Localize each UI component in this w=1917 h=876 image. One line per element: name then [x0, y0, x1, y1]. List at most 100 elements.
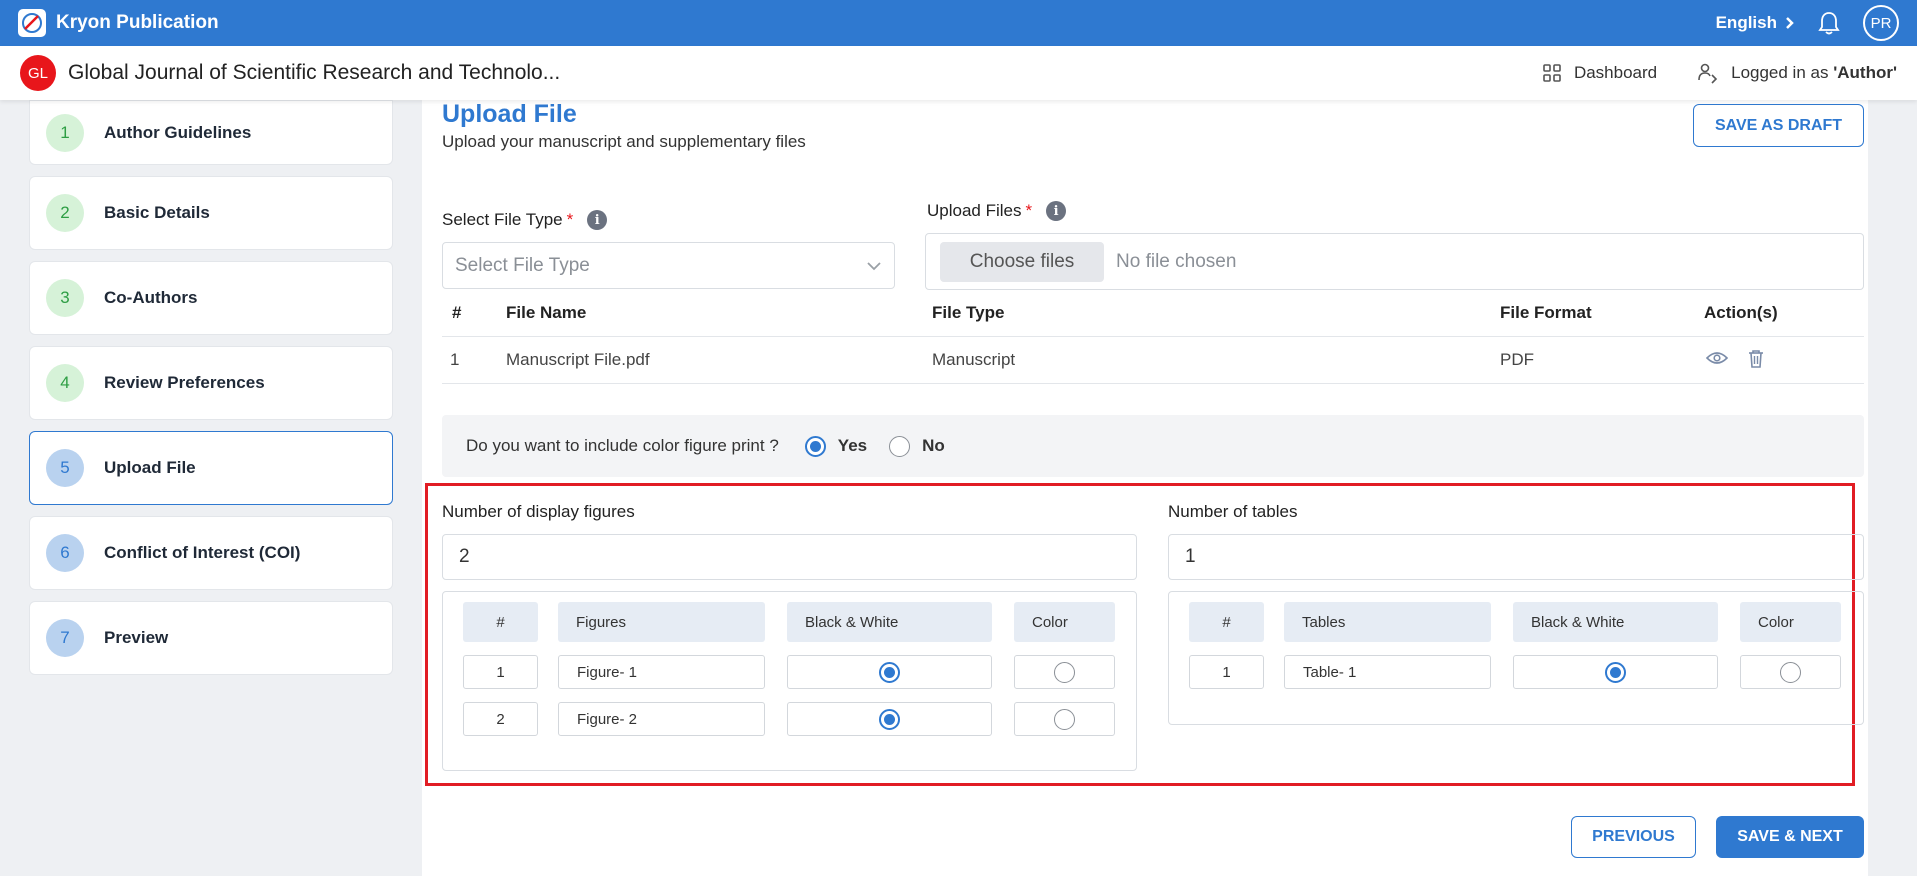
logged-in-role: 'Author': [1833, 63, 1897, 82]
figures-col-bw: Black & White: [787, 602, 992, 642]
dashboard-link[interactable]: Dashboard: [1542, 63, 1657, 83]
figures-col-number: #: [463, 602, 538, 642]
radio-yes[interactable]: [804, 435, 826, 457]
logged-in-info: Logged in as 'Author': [1697, 62, 1897, 84]
info-icon[interactable]: i: [1046, 201, 1067, 221]
language-selector[interactable]: English: [1716, 13, 1795, 33]
step-number: 1: [46, 113, 84, 152]
save-next-button[interactable]: SAVE & NEXT: [1716, 816, 1864, 858]
user-avatar[interactable]: PR: [1863, 5, 1899, 41]
info-icon[interactable]: i: [587, 210, 608, 230]
eye-icon[interactable]: [1706, 351, 1728, 365]
table-1-bw-cell: [1513, 655, 1718, 689]
step-label: Review Preferences: [104, 373, 265, 392]
file-format-cell: PDF: [1500, 336, 1704, 384]
step-number: 5: [46, 449, 84, 487]
step-preview[interactable]: 7 Preview: [29, 601, 393, 675]
figure-1-color-cell: [1014, 655, 1115, 689]
step-number: 3: [46, 279, 84, 317]
uploaded-files-table: # File Name File Type File Format Action…: [442, 290, 1864, 384]
figure-2-bw-cell: [787, 702, 992, 736]
col-actions: Action(s): [1704, 290, 1864, 337]
file-upload-input[interactable]: Choose files No file chosen: [925, 233, 1864, 290]
tables-col-color: Color: [1740, 602, 1841, 642]
color-print-no-option[interactable]: No: [889, 435, 945, 457]
figures-col-name: Figures: [558, 602, 765, 642]
page-title: Upload File: [442, 100, 577, 128]
step-label: Author Guidelines: [104, 122, 252, 142]
figure-1-color-radio[interactable]: [1054, 661, 1075, 683]
trash-icon[interactable]: [1748, 349, 1764, 368]
figure-row-name: Figure- 2: [558, 702, 765, 736]
step-author-guidelines[interactable]: 1 Author Guidelines: [29, 100, 393, 165]
submission-steps: 1 Author Guidelines 2 Basic Details 3 Co…: [29, 100, 393, 686]
display-figures-label: Number of display figures: [442, 502, 635, 521]
chevron-down-icon: [867, 261, 881, 270]
figure-row-number: 1: [463, 655, 538, 689]
no-label: No: [922, 436, 945, 455]
language-label: English: [1715, 13, 1777, 32]
bell-icon[interactable]: [1817, 10, 1841, 36]
step-co-authors[interactable]: 3 Co-Authors: [29, 261, 393, 335]
previous-button[interactable]: PREVIOUS: [1571, 816, 1696, 858]
figure-2-color-radio[interactable]: [1054, 708, 1075, 730]
col-file-format: File Format: [1500, 290, 1704, 337]
step-basic-details[interactable]: 2 Basic Details: [29, 176, 393, 250]
display-figures-input[interactable]: 2: [442, 534, 1137, 580]
figure-row-name: Figure- 1: [558, 655, 765, 689]
step-conflict-of-interest[interactable]: 6 Conflict of Interest (COI): [29, 516, 393, 590]
step-upload-file[interactable]: 5 Upload File: [29, 431, 393, 505]
upload-files-label: Upload Files * i: [927, 201, 1067, 221]
file-type-cell: Manuscript: [932, 336, 1500, 384]
file-name-cell: Manuscript File.pdf: [506, 336, 932, 384]
tables-count-input[interactable]: 1: [1168, 534, 1864, 580]
figure-row-number: 2: [463, 702, 538, 736]
color-print-question-text: Do you want to include color figure prin…: [466, 436, 779, 455]
figures-grid: # Figures Black & White Color 1 Figure- …: [442, 591, 1137, 771]
file-type-select[interactable]: Select File Type: [442, 242, 895, 289]
user-switch-icon: [1698, 63, 1718, 84]
upload-file-panel: Upload File Upload your manuscript and s…: [422, 100, 1868, 876]
col-number: #: [442, 290, 506, 337]
table-1-bw-radio[interactable]: [1605, 661, 1626, 683]
grid-icon: [1543, 64, 1561, 82]
save-as-draft-button[interactable]: SAVE AS DRAFT: [1693, 104, 1864, 147]
col-file-type: File Type: [932, 290, 1500, 337]
col-file-name: File Name: [506, 290, 932, 337]
chevron-right-icon: [1786, 17, 1794, 29]
dashboard-label: Dashboard: [1573, 63, 1658, 82]
figure-2-color-cell: [1014, 702, 1115, 736]
step-label: Preview: [104, 628, 169, 647]
table-row: 1 Manuscript File.pdf Manuscript PDF: [442, 336, 1864, 384]
figures-col-color: Color: [1014, 602, 1115, 642]
file-type-placeholder: Select File Type: [455, 254, 590, 276]
step-label: Conflict of Interest (COI): [104, 543, 301, 562]
file-type-label: Select File Type * i: [442, 210, 608, 230]
step-number: 7: [46, 619, 84, 657]
table-row-name: Table- 1: [1284, 655, 1491, 689]
logged-in-prefix: Logged in as: [1731, 63, 1834, 82]
figure-2-bw-radio[interactable]: [879, 708, 900, 730]
top-nav-bar: Kryon Publication English PR: [0, 0, 1917, 46]
yes-label: Yes: [837, 436, 868, 455]
step-label: Co-Authors: [104, 288, 198, 307]
no-file-chosen-text: No file chosen: [1116, 250, 1237, 272]
page-subtitle: Upload your manuscript and supplementary…: [442, 132, 806, 151]
table-row-number: 1: [1189, 655, 1264, 689]
journal-header: GL Global Journal of Scientific Research…: [0, 46, 1917, 100]
choose-files-button[interactable]: Choose files: [940, 241, 1104, 282]
figure-1-bw-cell: [787, 655, 992, 689]
radio-no[interactable]: [889, 435, 911, 457]
step-label: Upload File: [104, 458, 196, 477]
step-label: Basic Details: [104, 203, 210, 222]
actions-cell: [1704, 336, 1864, 384]
figure-1-bw-radio[interactable]: [879, 661, 900, 683]
color-print-yes-option[interactable]: Yes: [804, 435, 868, 457]
tables-col-bw: Black & White: [1513, 602, 1718, 642]
table-1-color-radio[interactable]: [1780, 661, 1801, 683]
journal-badge: GL: [20, 55, 56, 91]
tables-col-name: Tables: [1284, 602, 1491, 642]
step-review-preferences[interactable]: 4 Review Preferences: [29, 346, 393, 420]
kryon-logo-icon: [18, 9, 46, 37]
tables-grid: # Tables Black & White Color 1 Table- 1: [1168, 591, 1864, 725]
